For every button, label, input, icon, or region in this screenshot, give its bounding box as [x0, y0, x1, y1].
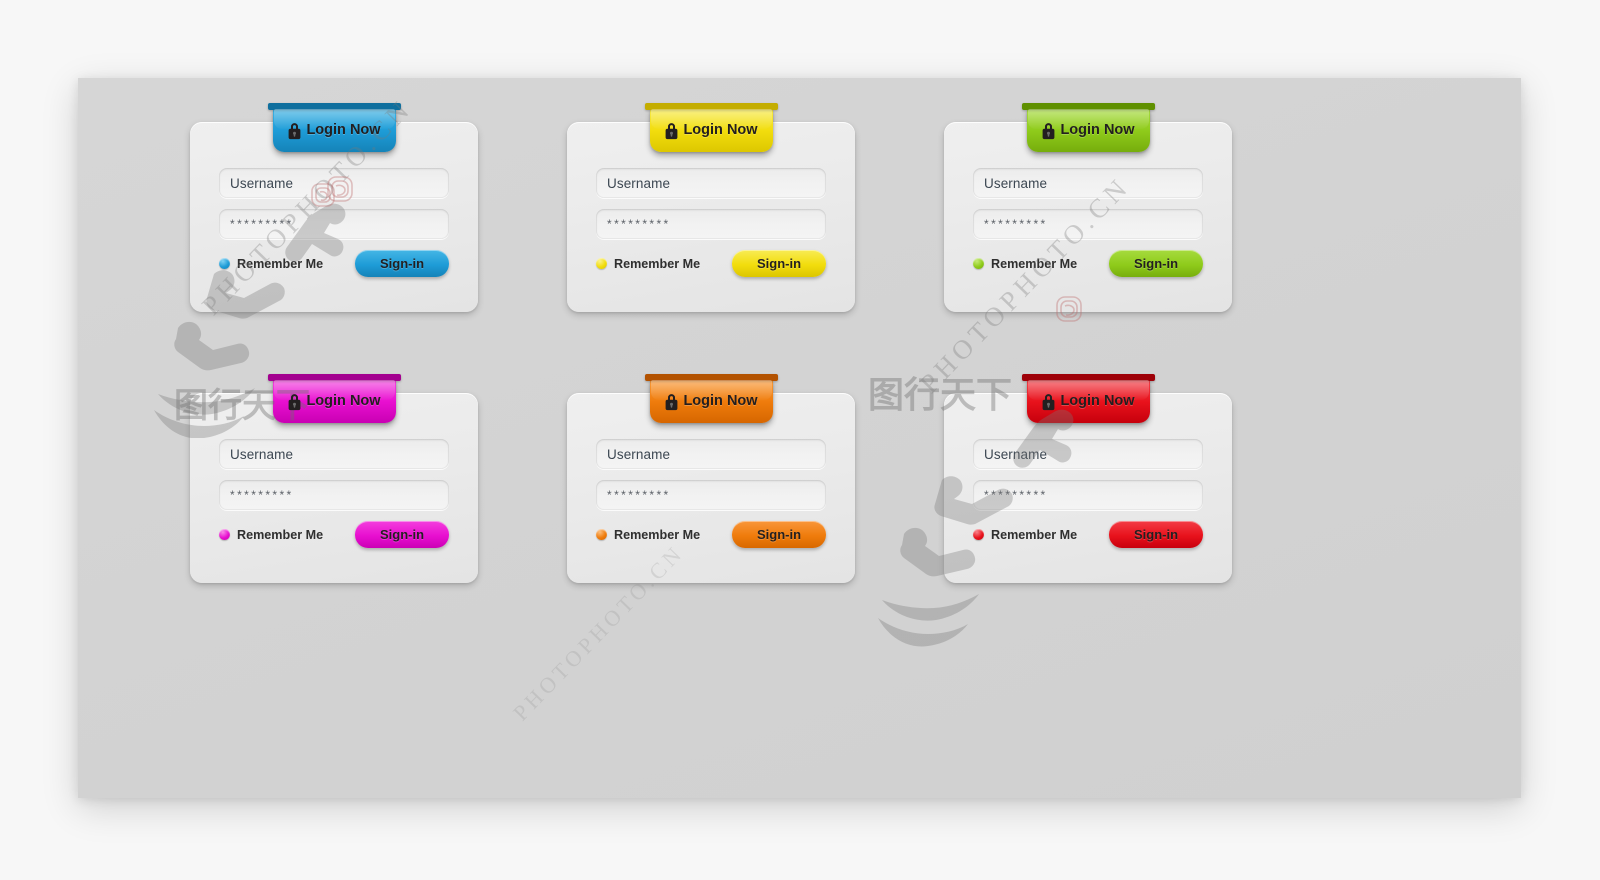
lock-icon	[666, 122, 678, 139]
password-input[interactable]: *********	[973, 480, 1203, 510]
password-input[interactable]: *********	[596, 209, 826, 239]
remember-me-control[interactable]: Remember Me	[973, 528, 1077, 542]
login-card-red: Login Now Username ********* Remember Me…	[944, 374, 1232, 583]
login-now-tab-label: Login Now	[683, 122, 758, 138]
lock-icon	[666, 393, 678, 410]
remember-me-radio[interactable]	[973, 529, 984, 540]
login-now-tab[interactable]: Login Now	[644, 374, 778, 423]
login-now-tab-label: Login Now	[1060, 393, 1135, 409]
card-footer-row: Remember Me Sign-in	[973, 250, 1203, 277]
card-tab-wrap: Login Now	[190, 103, 478, 152]
password-input[interactable]: *********	[973, 209, 1203, 239]
username-input[interactable]: Username	[596, 439, 826, 469]
login-now-tab-label: Login Now	[306, 393, 381, 409]
remember-me-radio[interactable]	[973, 258, 984, 269]
login-now-tab[interactable]: Login Now	[1021, 103, 1155, 152]
remember-me-radio[interactable]	[219, 258, 230, 269]
login-card-green: Login Now Username ********* Remember Me…	[944, 103, 1232, 312]
card-tab-wrap: Login Now	[944, 374, 1232, 423]
remember-me-label: Remember Me	[237, 256, 324, 271]
signin-button[interactable]: Sign-in	[732, 250, 826, 277]
watermark-text-bottom: PHOTOPHOTO.CN	[508, 540, 742, 734]
card-tab-wrap: Login Now	[567, 103, 855, 152]
username-input[interactable]: Username	[219, 168, 449, 198]
card-footer-row: Remember Me Sign-in	[219, 521, 449, 548]
login-card-orange: Login Now Username ********* Remember Me…	[567, 374, 855, 583]
login-card-blue: Login Now Username ********* Remember Me…	[190, 103, 478, 312]
signin-button[interactable]: Sign-in	[1109, 250, 1203, 277]
remember-me-control[interactable]: Remember Me	[219, 257, 323, 271]
login-now-tab-label: Login Now	[306, 122, 381, 138]
password-input[interactable]: *********	[219, 480, 449, 510]
signin-button[interactable]: Sign-in	[355, 250, 449, 277]
remember-me-control[interactable]: Remember Me	[973, 257, 1077, 271]
signin-button[interactable]: Sign-in	[355, 521, 449, 548]
login-now-tab-label: Login Now	[683, 393, 758, 409]
login-card-yellow: Login Now Username ********* Remember Me…	[567, 103, 855, 312]
card-footer-row: Remember Me Sign-in	[219, 250, 449, 277]
login-now-tab[interactable]: Login Now	[1021, 374, 1155, 423]
password-input[interactable]: *********	[219, 209, 449, 239]
remember-me-label: Remember Me	[614, 527, 701, 542]
lock-icon	[1043, 122, 1055, 139]
remember-me-label: Remember Me	[991, 527, 1078, 542]
login-now-tab-label: Login Now	[1060, 122, 1135, 138]
remember-me-label: Remember Me	[237, 527, 324, 542]
signin-button[interactable]: Sign-in	[732, 521, 826, 548]
username-input[interactable]: Username	[219, 439, 449, 469]
card-footer-row: Remember Me Sign-in	[973, 521, 1203, 548]
card-tab-wrap: Login Now	[944, 103, 1232, 152]
remember-me-label: Remember Me	[991, 256, 1078, 271]
remember-me-control[interactable]: Remember Me	[596, 257, 700, 271]
login-now-tab[interactable]: Login Now	[644, 103, 778, 152]
design-panel: Login Now Username ********* Remember Me…	[78, 78, 1521, 798]
remember-me-control[interactable]: Remember Me	[596, 528, 700, 542]
login-card-magenta: Login Now Username ********* Remember Me…	[190, 374, 478, 583]
card-tab-wrap: Login Now	[567, 374, 855, 423]
username-input[interactable]: Username	[973, 439, 1203, 469]
remember-me-label: Remember Me	[614, 256, 701, 271]
card-footer-row: Remember Me Sign-in	[596, 521, 826, 548]
card-tab-wrap: Login Now	[190, 374, 478, 423]
login-now-tab[interactable]: Login Now	[267, 103, 401, 152]
remember-me-radio[interactable]	[219, 529, 230, 540]
remember-me-control[interactable]: Remember Me	[219, 528, 323, 542]
login-card-grid: Login Now Username ********* Remember Me…	[190, 103, 1432, 583]
card-footer-row: Remember Me Sign-in	[596, 250, 826, 277]
lock-icon	[289, 393, 301, 410]
signin-button[interactable]: Sign-in	[1109, 521, 1203, 548]
lock-icon	[1043, 393, 1055, 410]
login-now-tab[interactable]: Login Now	[267, 374, 401, 423]
remember-me-radio[interactable]	[596, 529, 607, 540]
password-input[interactable]: *********	[596, 480, 826, 510]
username-input[interactable]: Username	[973, 168, 1203, 198]
remember-me-radio[interactable]	[596, 258, 607, 269]
lock-icon	[289, 122, 301, 139]
username-input[interactable]: Username	[596, 168, 826, 198]
